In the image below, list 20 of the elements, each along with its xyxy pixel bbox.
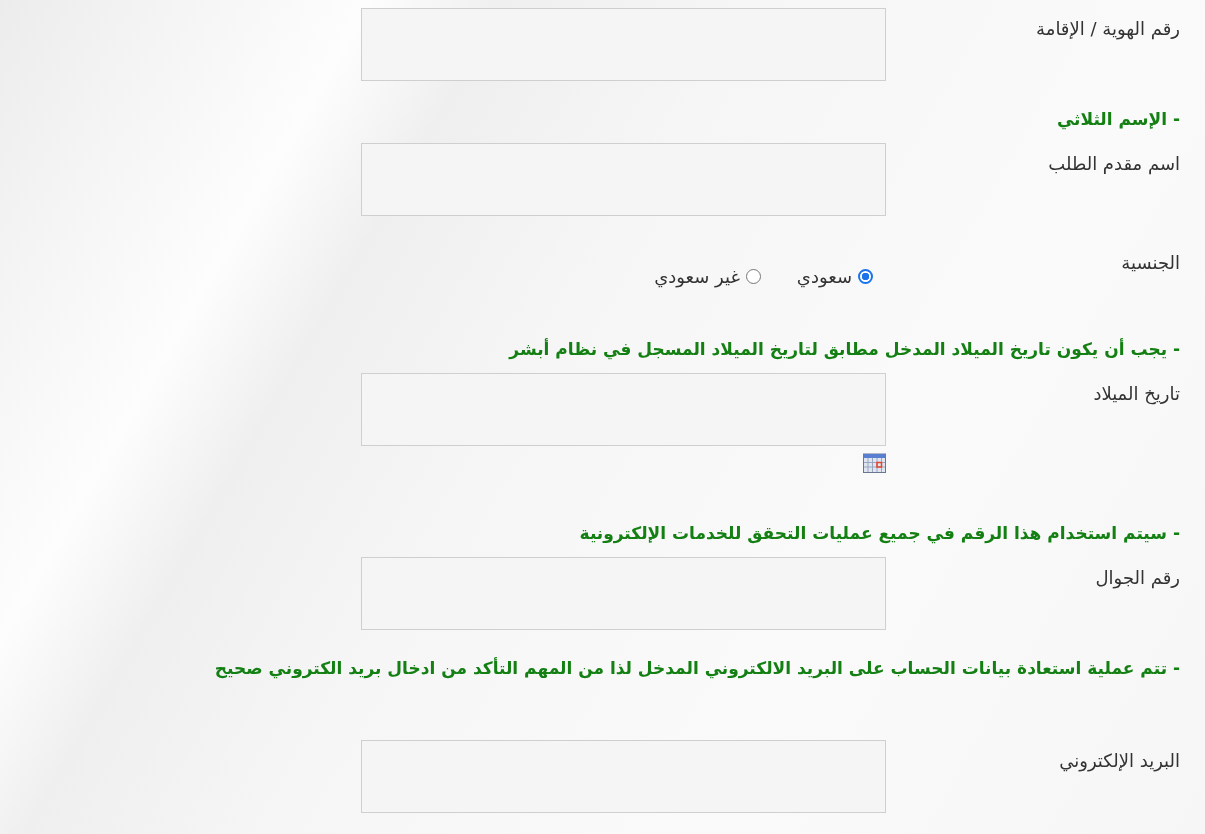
radio-label[interactable]: غير سعودي	[654, 266, 740, 287]
form-note: - سيتم استخدام هذا الرقم في جميع عمليات التحقق للخدمات الإلكترونية	[578, 522, 1180, 546]
input-field[interactable]	[361, 143, 886, 216]
form-note: - تتم عملية استعادة بيانات الحساب على البريد الالكتروني المدخل لذا من المهم التأكد من ادخال بريد الكتروني صحيح	[213, 656, 1180, 681]
input-field[interactable]	[361, 373, 886, 446]
radio-button[interactable]	[858, 269, 873, 284]
radio-label[interactable]: سعودي	[796, 266, 852, 287]
input-field[interactable]	[361, 557, 886, 630]
field-label: تاريخ الميلاد	[1093, 382, 1180, 404]
field-label: رقم الجوال	[1095, 566, 1180, 588]
form-note: - يجب أن يكون تاريخ الميلاد المدخل مطابق لتاريخ الميلاد المسجل في نظام أبشر	[507, 337, 1180, 362]
field-label: رقم الهوية / الإقامة	[1036, 17, 1180, 39]
field-label: الجنسية	[1121, 251, 1180, 273]
input-field[interactable]	[361, 8, 886, 81]
field-label: البريد الإلكتروني	[1059, 749, 1180, 771]
form-note: - الإسم الثلاثي	[1055, 108, 1180, 132]
input-field[interactable]	[361, 740, 886, 813]
calendar-icon[interactable]	[863, 453, 886, 473]
field-label: اسم مقدم الطلب	[1048, 152, 1180, 174]
radio-button[interactable]	[745, 269, 761, 284]
